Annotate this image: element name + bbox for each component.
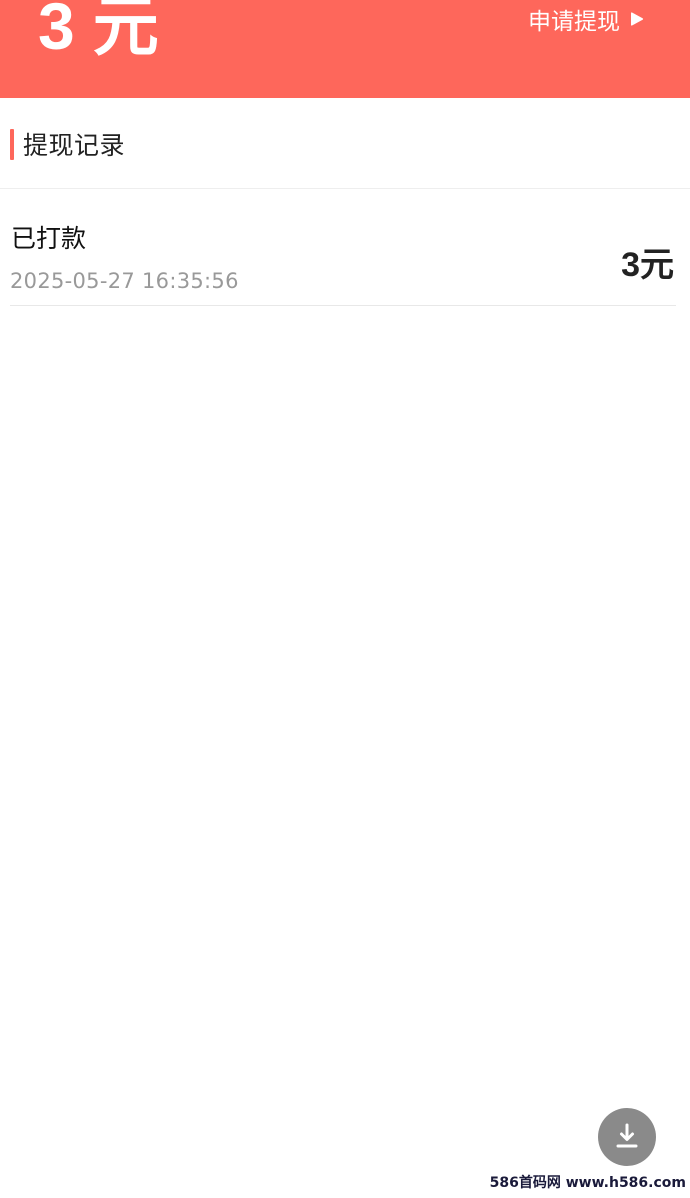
balance-number: 3 (38, 0, 75, 63)
play-arrow-icon (631, 12, 644, 26)
header-banner: 3元 申请提现 (0, 0, 690, 98)
record-time: 2025-05-27 16:35:56 (10, 269, 239, 293)
record-amount: 3元 (621, 246, 674, 284)
section-title-text: 提现记录 (23, 131, 126, 160)
balance-unit: 元 (92, 0, 159, 63)
section-title: 提现记录 (10, 128, 125, 160)
apply-withdraw-button[interactable]: 申请提现 (528, 2, 644, 36)
download-button[interactable] (598, 1108, 656, 1166)
record-status: 已打款 (11, 224, 87, 253)
balance-amount: 3元 (38, 0, 159, 66)
download-icon (616, 1123, 638, 1148)
section-accent-bar (10, 128, 14, 160)
withdraw-record-row[interactable]: 已打款 2025-05-27 16:35:56 3元 (10, 189, 676, 306)
watermark-text: 586首码网 www.h586.com (489, 1175, 686, 1191)
apply-withdraw-label: 申请提现 (528, 9, 620, 35)
